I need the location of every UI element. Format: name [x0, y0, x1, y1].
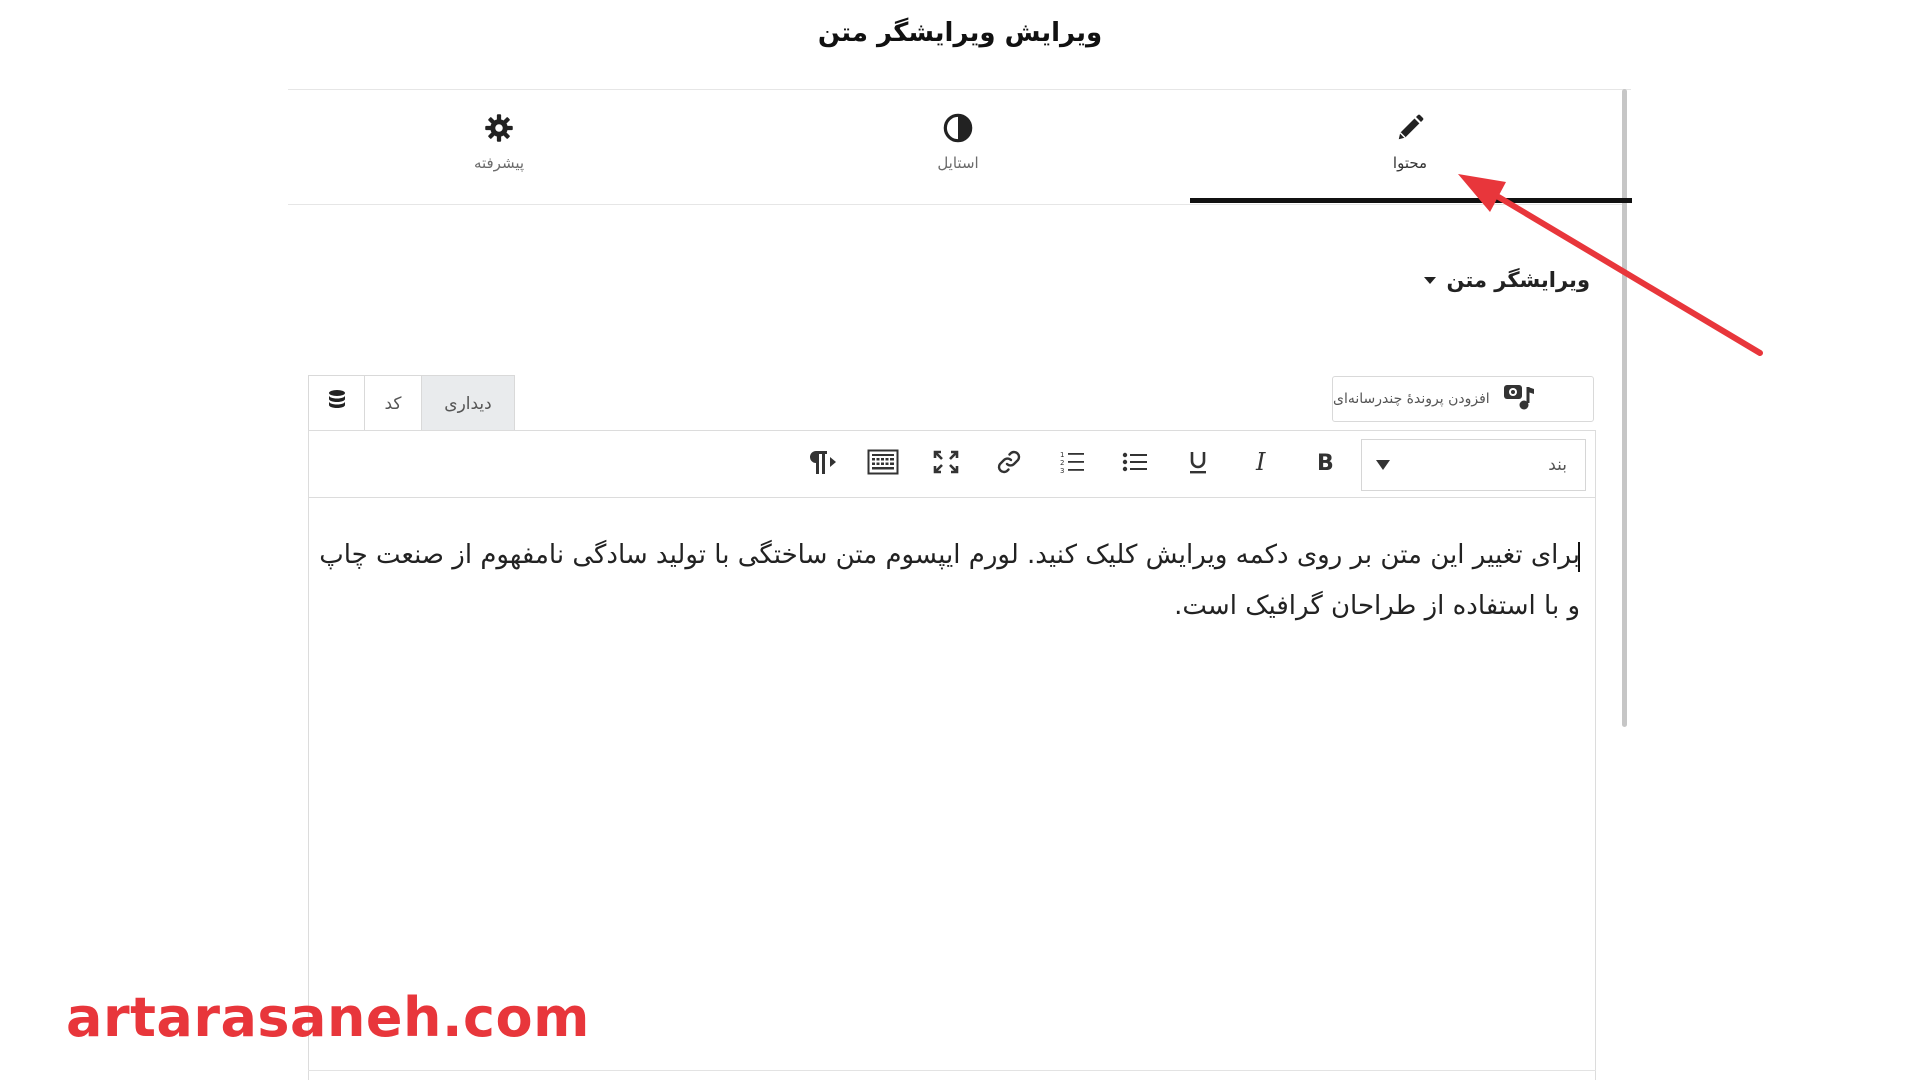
tab-advanced[interactable]: پیشرفته [399, 110, 599, 172]
editor-frame [308, 430, 1596, 1080]
fullscreen-button[interactable] [926, 444, 966, 484]
toolbar-toggle-button[interactable] [863, 444, 903, 484]
bold-icon: B [1314, 450, 1336, 478]
chevron-down-icon [1376, 460, 1390, 470]
add-media-label: افزودن پروندهٔ چندرسانه‌ای [1333, 391, 1490, 407]
text-direction-button[interactable] [800, 444, 840, 484]
svg-text:I: I [1255, 450, 1266, 474]
tab-style-label: استایل [937, 154, 979, 172]
tab-code[interactable]: کد [365, 376, 422, 431]
fullscreen-icon [932, 449, 960, 479]
half-circle-icon [942, 110, 974, 146]
gear-icon [484, 110, 514, 146]
link-button[interactable] [989, 444, 1029, 484]
italic-icon: I [1251, 448, 1273, 478]
svg-text:3: 3 [1060, 467, 1064, 475]
text-cursor [1578, 542, 1580, 572]
tab-code-label: کد [384, 393, 402, 414]
media-icon [1502, 381, 1538, 417]
italic-button[interactable]: I [1242, 444, 1282, 484]
svg-text:B: B [1317, 451, 1334, 474]
numbered-list-button[interactable]: 123 [1052, 444, 1092, 484]
toolbar-divider [308, 497, 1596, 498]
bold-button[interactable]: B [1305, 444, 1345, 484]
underline-icon [1187, 449, 1209, 479]
format-select[interactable]: بند [1361, 439, 1586, 491]
numbered-list-icon: 123 [1059, 449, 1085, 479]
bullet-list-icon [1122, 450, 1148, 478]
tab-visual-label: دیداری [444, 393, 492, 414]
tab-advanced-label: پیشرفته [473, 154, 525, 172]
caret-down-icon [1424, 276, 1437, 284]
svg-text:2: 2 [1060, 459, 1064, 467]
bullet-list-button[interactable] [1115, 444, 1155, 484]
keyboard-icon [867, 449, 899, 479]
tabs-divider [288, 204, 1622, 205]
page-title: ویرایش ویرایشگر متن [817, 18, 1103, 48]
database-button[interactable] [309, 376, 365, 431]
tab-style[interactable]: استایل [858, 110, 1058, 172]
panel-top-divider [288, 89, 1631, 90]
format-select-value: بند [1548, 455, 1567, 475]
tab-visual[interactable]: دیداری [422, 376, 514, 431]
watermark-text: artarasaneh.com [66, 986, 590, 1049]
pencil-icon [1395, 110, 1425, 146]
editor-mode-tabs: کد دیداری [308, 375, 515, 431]
database-icon [327, 389, 347, 418]
svg-text:1: 1 [1060, 451, 1064, 459]
paragraph-rtl-icon [803, 448, 837, 480]
editor-bottom-edge [308, 1070, 1596, 1071]
underline-button[interactable] [1178, 444, 1218, 484]
link-icon [995, 448, 1023, 480]
annotation-arrow [1458, 174, 1763, 356]
add-media-button[interactable]: افزودن پروندهٔ چندرسانه‌ای [1332, 376, 1594, 422]
tab-content-label: محتوا [1392, 154, 1428, 172]
editor-content[interactable]: برای تغییر این متن بر روی دکمه ویرایش کل… [318, 530, 1580, 632]
